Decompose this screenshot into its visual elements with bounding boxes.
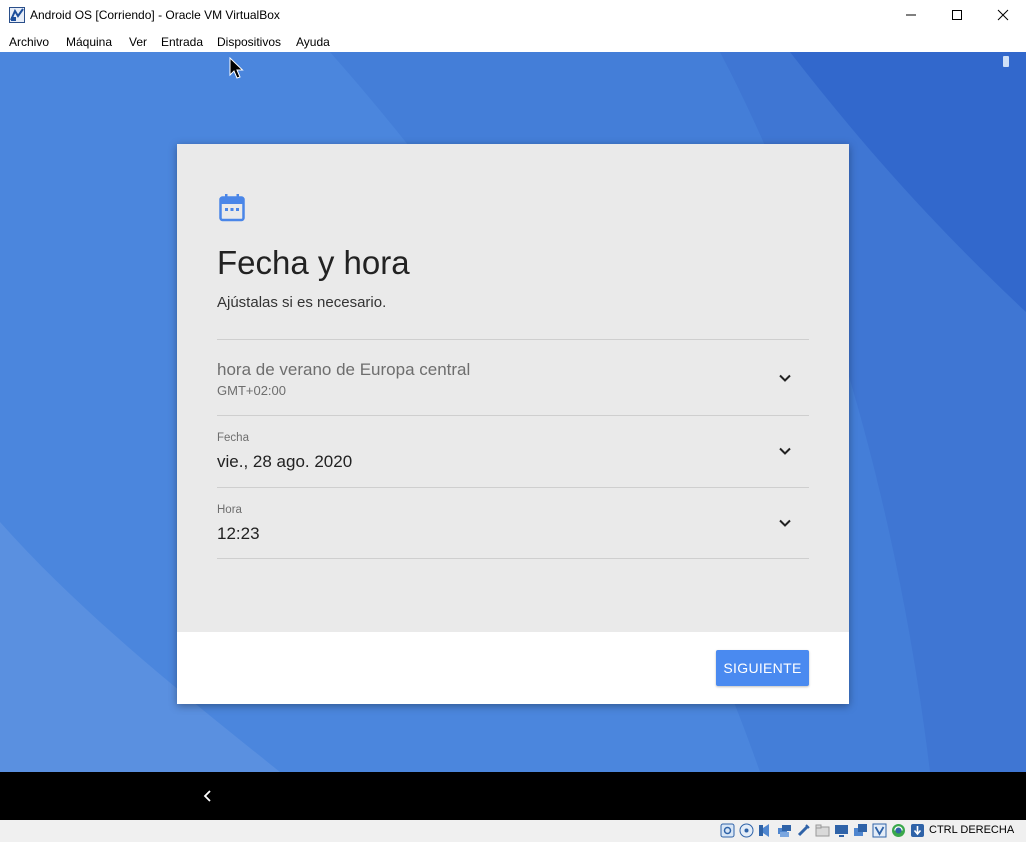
display-icon[interactable] — [834, 823, 849, 838]
network-icon[interactable] — [777, 823, 792, 838]
recording-icon[interactable] — [853, 823, 868, 838]
hard-disk-icon[interactable] — [720, 823, 735, 838]
timezone-offset: GMT+02:00 — [217, 383, 287, 398]
menu-entrada[interactable]: Entrada — [161, 35, 203, 49]
setup-dialog: Fecha y hora Ajústalas si es necesario. … — [177, 144, 849, 704]
mouse-integration-icon[interactable] — [910, 823, 925, 838]
timezone-selector[interactable]: hora de verano de Europa central GMT+02:… — [217, 339, 809, 415]
maximize-icon — [952, 10, 962, 20]
dialog-subtitle: Ajústalas si es necesario. — [217, 294, 387, 311]
vt-x-icon[interactable] — [872, 823, 887, 838]
host-key-label: CTRL DERECHA — [929, 824, 1015, 836]
date-selector[interactable]: Fecha vie., 28 ago. 2020 — [217, 415, 809, 487]
chevron-down-icon — [779, 447, 791, 455]
time-value: 12:23 — [217, 524, 260, 543]
next-button[interactable]: SIGUIENTE — [716, 650, 809, 686]
timezone-name: hora de verano de Europa central — [217, 360, 471, 379]
time-selector[interactable]: Hora 12:23 — [217, 487, 809, 559]
notification-indicator — [1003, 56, 1009, 67]
dialog-title: Fecha y hora — [217, 244, 410, 281]
minimize-button[interactable] — [888, 0, 934, 30]
date-label: Fecha — [217, 432, 249, 444]
menu-ayuda[interactable]: Ayuda — [296, 35, 330, 49]
cpu-icon[interactable] — [891, 823, 906, 838]
menu-ver[interactable]: Ver — [129, 35, 147, 49]
vm-display[interactable]: Fecha y hora Ajústalas si es necesario. … — [0, 52, 1026, 772]
audio-icon[interactable] — [758, 823, 773, 838]
chevron-down-icon — [779, 519, 791, 527]
optical-disk-icon[interactable] — [739, 823, 754, 838]
mouse-cursor-icon — [229, 57, 244, 79]
maximize-button[interactable] — [934, 0, 980, 30]
usb-icon[interactable] — [796, 823, 811, 838]
title-bar: Android OS [Corriendo] - Oracle VM Virtu… — [0, 0, 1026, 30]
shared-folder-icon[interactable] — [815, 823, 830, 838]
menu-dispositivos[interactable]: Dispositivos — [217, 35, 281, 49]
calendar-icon — [219, 194, 245, 222]
back-icon[interactable] — [199, 787, 217, 805]
minimize-icon — [906, 14, 916, 16]
menu-maquina[interactable]: Máquina — [66, 35, 112, 49]
date-value: vie., 28 ago. 2020 — [217, 452, 353, 471]
status-bar: CTRL DERECHA — [0, 820, 1026, 842]
close-button[interactable] — [980, 0, 1026, 30]
menu-archivo[interactable]: Archivo — [9, 35, 49, 49]
window-title: Android OS [Corriendo] - Oracle VM Virtu… — [30, 8, 280, 22]
time-label: Hora — [217, 504, 242, 516]
close-icon — [997, 9, 1009, 21]
dialog-footer: SIGUIENTE — [177, 632, 849, 704]
menu-bar: Archivo Máquina Ver Entrada Dispositivos… — [0, 30, 1026, 52]
virtualbox-app-icon — [9, 7, 25, 23]
android-nav-bar — [0, 772, 1026, 820]
chevron-down-icon — [779, 374, 791, 382]
